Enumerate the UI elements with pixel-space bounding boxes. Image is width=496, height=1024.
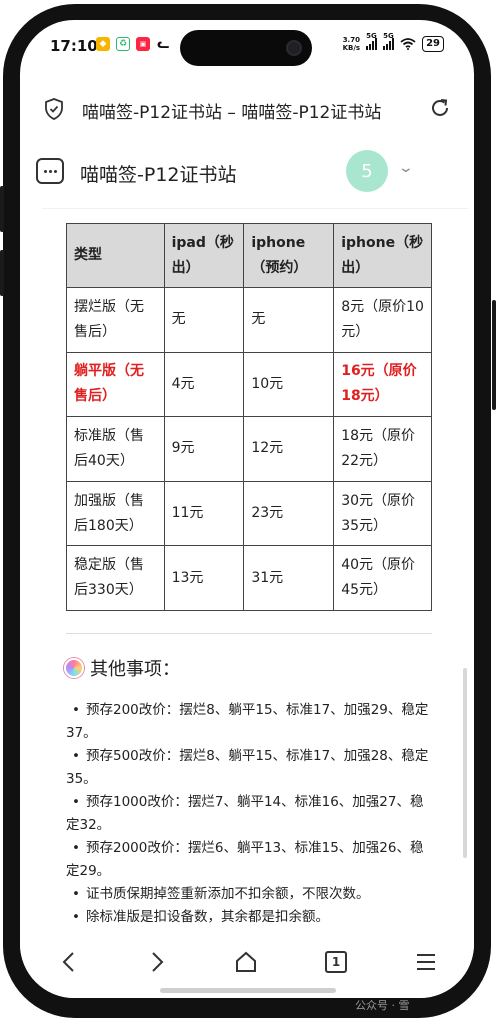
section-divider [66, 633, 432, 634]
battery-icon: 29 [422, 36, 444, 52]
avatar-badge[interactable]: 5 [346, 150, 388, 192]
red-app-icon: ▣ [136, 37, 150, 51]
more-menu-icon[interactable] [36, 158, 64, 184]
wifi-icon [400, 38, 416, 50]
cell-iphone-reserve: 10元 [243, 351, 335, 418]
bullet: • [72, 702, 80, 718]
site-title-row: 喵喵签-P12证书站 5 ⌄ [20, 148, 474, 208]
reload-icon[interactable] [428, 96, 452, 120]
screen: 17:10 ◆ ♻ ▣ ᓚ 3.70 KB/s 5G 5G 29 喵喵签-P12… [20, 20, 474, 998]
other-notes-heading: 其他事项： [64, 655, 180, 681]
volume-down-button [0, 250, 4, 296]
header-type: 类型 [66, 223, 165, 288]
cell-type: 摆烂版（无售后） [66, 287, 165, 353]
list-item: • 证书质保期掉签重新添加不扣余额，不限次数。 [66, 883, 436, 906]
cat-icon: ᓚ [156, 36, 170, 52]
table-row: 摆烂版（无售后） 无 无 8元（原价10元） [66, 287, 432, 353]
power-button [492, 300, 496, 410]
cell-iphone-instant: 16元（原价18元） [333, 351, 432, 418]
cell-iphone-instant: 40元（原价45元） [333, 545, 432, 611]
status-right-icons: 3.70 KB/s 5G 5G 29 [342, 32, 444, 52]
table-header-row: 类型 ipad（秒出） iphone（预约） iphone（秒出） [66, 223, 432, 288]
back-icon[interactable] [50, 946, 86, 978]
table-row: 加强版（售后180天） 11元 23元 30元（原价35元） [66, 480, 432, 547]
table-row: 稳定版（售后330天） 13元 31元 40元（原价45元） [66, 545, 432, 611]
header-ipad: ipad（秒出） [163, 223, 245, 288]
notification-icons: ◆ ♻ ▣ ᓚ [96, 36, 170, 52]
price-table: 类型 ipad（秒出） iphone（预约） iphone（秒出） 摆烂版（无售… [66, 223, 432, 611]
site-title: 喵喵签-P12证书站 [80, 164, 237, 186]
page-content: 类型 ipad（秒出） iphone（预约） iphone（秒出） 摆烂版（无售… [42, 208, 468, 924]
cell-iphone-reserve: 23元 [243, 480, 335, 547]
other-notes-title: 其他事项： [90, 659, 180, 680]
header-iphone-instant: iphone（秒出） [333, 223, 432, 288]
bullet: • [72, 840, 80, 856]
tabs-count: 1 [325, 951, 347, 973]
table-row-highlighted: 躺平版（无售后） 4元 10元 16元（原价18元） [66, 351, 432, 418]
cell-iphone-reserve: 12元 [243, 416, 335, 482]
cell-ipad: 13元 [163, 545, 245, 611]
bullet: • [72, 909, 80, 924]
front-camera [286, 40, 302, 56]
scrollbar[interactable] [463, 668, 467, 858]
status-bar: 17:10 ◆ ♻ ▣ ᓚ 3.70 KB/s 5G 5G 29 [20, 20, 474, 72]
list-item: • 预存2000改价：摆烂6、躺平13、标准15、加强26、稳定29。 [66, 837, 436, 883]
cell-iphone-instant: 18元（原价22元） [333, 416, 432, 482]
cell-type: 躺平版（无售后） [66, 351, 165, 418]
cell-type: 稳定版（售后330天） [66, 545, 165, 611]
chevron-down-icon[interactable]: ⌄ [398, 160, 414, 176]
tabs-icon[interactable]: 1 [318, 946, 354, 978]
cell-ipad: 4元 [163, 351, 245, 418]
cell-iphone-reserve: 31元 [243, 545, 335, 611]
bullet: • [72, 886, 80, 902]
dynamic-island [180, 30, 312, 66]
signal-strength-icon: 5G [366, 32, 378, 50]
address-bar[interactable]: 喵喵签-P12证书站 – 喵喵签-P12证书站 [20, 82, 474, 134]
shield-check-icon[interactable] [44, 98, 64, 120]
home-icon[interactable] [228, 946, 264, 978]
bullet: • [72, 794, 80, 810]
url-text[interactable]: 喵喵签-P12证书站 – 喵喵签-P12证书站 [82, 98, 412, 123]
cell-ipad: 11元 [163, 480, 245, 547]
cell-type: 加强版（售后180天） [66, 480, 165, 547]
cell-ipad: 无 [163, 287, 245, 353]
list-item: • 预存200改价：摆烂8、躺平15、标准17、加强29、稳定37。 [66, 699, 436, 745]
volume-up-button [0, 186, 4, 232]
lollipop-icon [64, 658, 84, 678]
cell-iphone-instant: 8元（原价10元） [333, 287, 432, 353]
forward-icon[interactable] [140, 946, 176, 978]
home-indicator[interactable] [160, 988, 336, 993]
network-speed: 3.70 KB/s [342, 36, 361, 52]
cell-iphone-instant: 30元（原价35元） [333, 480, 432, 547]
cell-iphone-reserve: 无 [243, 287, 335, 353]
list-item: • 预存1000改价：摆烂7、躺平14、标准16、加强27、稳定32。 [66, 791, 436, 837]
watermark: 公众号 · 雪 [355, 999, 410, 1012]
status-time: 17:10 [50, 37, 98, 55]
app-notification-icon: ◆ [96, 37, 110, 51]
cell-ipad: 9元 [163, 416, 245, 482]
header-iphone-reserve: iphone（预约） [243, 223, 335, 288]
notes-list: • 预存200改价：摆烂8、躺平15、标准17、加强29、稳定37。 • 预存500… [66, 699, 436, 924]
bullet: • [72, 748, 80, 764]
list-item: • 预存500改价：摆烂8、躺平15、标准17、加强28、稳定35。 [66, 745, 436, 791]
menu-icon[interactable] [408, 946, 444, 978]
list-item: • 除标准版是扣设备数，其余都是扣余额。 [66, 906, 436, 924]
phone-frame: 17:10 ◆ ♻ ▣ ᓚ 3.70 KB/s 5G 5G 29 喵喵签-P12… [0, 0, 496, 1024]
recycle-icon: ♻ [116, 37, 130, 51]
cell-type: 标准版（售后40天） [66, 416, 165, 482]
signal-strength-icon-2: 5G [383, 32, 395, 50]
table-row: 标准版（售后40天） 9元 12元 18元（原价22元） [66, 416, 432, 482]
